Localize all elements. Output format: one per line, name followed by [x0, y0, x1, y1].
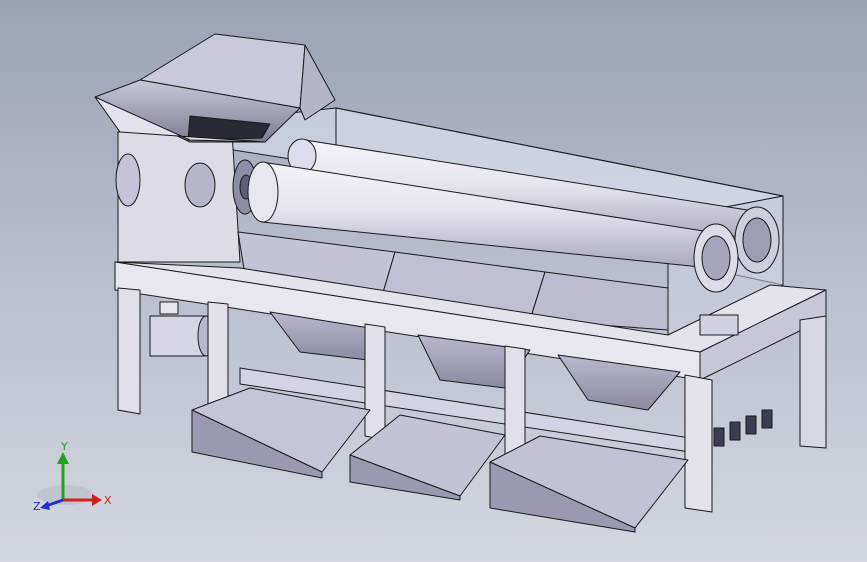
cad-viewport[interactable]: Y X Z [0, 0, 867, 562]
triad-x-arrow [92, 494, 102, 506]
motor-coupling [184, 162, 216, 208]
sorting-machine-model[interactable] [0, 0, 867, 562]
mount-bolt-plate [699, 314, 739, 336]
front-roller-flange-face [701, 235, 731, 281]
leg-front-left [117, 287, 141, 415]
leg-front-mid-2 [364, 323, 386, 441]
left-pulley [115, 153, 141, 207]
triad-y-label: Y [60, 440, 68, 453]
triad-x-label: X [104, 494, 112, 507]
triad-z-label: Z [33, 500, 41, 513]
bearing-4 [761, 409, 773, 429]
bearing-2 [729, 421, 741, 441]
motor-terminal-box [159, 301, 179, 315]
triad-base-disc [37, 485, 93, 505]
bearing-3 [745, 415, 757, 435]
coordinate-triad: Y X Z [33, 440, 112, 513]
front-roller-end-left [247, 161, 279, 223]
triad-y-arrow [57, 452, 69, 464]
leg-front-mid-3 [504, 345, 526, 461]
leg-front-right [684, 374, 713, 513]
bearing-1 [713, 427, 725, 447]
rear-roller-flange-face [742, 217, 772, 263]
leg-back-right [799, 315, 827, 449]
